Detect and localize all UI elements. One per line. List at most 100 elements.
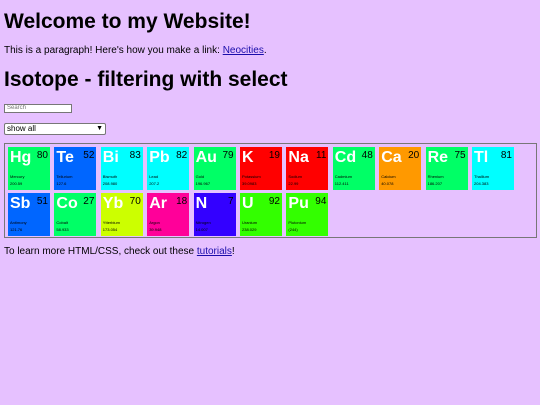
element-weight: 238.029 [242, 227, 257, 232]
tutorials-link[interactable]: tutorials [197, 246, 232, 257]
element-symbol: Yb [102, 195, 124, 212]
element-symbol: Na [288, 149, 309, 166]
element-symbol: Ca [381, 149, 402, 166]
element-tile: Na 11 Sodium 22.99 [286, 147, 329, 190]
element-symbol: U [242, 195, 254, 212]
element-number: 83 [129, 150, 141, 161]
element-weight: 22.99 [288, 181, 299, 186]
tutorials-paragraph: To learn more HTML/CSS, check out these … [4, 246, 235, 258]
element-weight: 208.980 [102, 181, 118, 186]
element-tile: Co 27 Cobalt 58.933 [54, 193, 97, 236]
intro-paragraph: This is a paragraph! Here's how you make… [4, 45, 267, 57]
element-name: Potassium [242, 174, 261, 179]
element-tile: K 19 Potassium 39.0983 [240, 147, 282, 190]
element-tile: Ar 18 Argon 39.948 [147, 193, 190, 236]
element-name: Thallium [474, 174, 490, 179]
page-title: Welcome to my Website! [4, 10, 251, 33]
element-number: 11 [316, 150, 327, 161]
element-number: 94 [315, 196, 327, 207]
element-tile: Tl 81 Thallium 204.383 [472, 147, 514, 190]
element-weight: 14.007 [195, 227, 208, 232]
element-symbol: Te [56, 149, 74, 166]
element-tile: Cd 48 Cadmium 112.411 [332, 147, 375, 190]
element-weight: 207.2 [149, 181, 160, 186]
element-number: 7 [228, 196, 234, 207]
element-tile: Te 52 Tellurium 127.6 [54, 147, 97, 190]
tutorials-punctuation: ! [231, 246, 235, 257]
chevron-down-icon: ▼ [96, 125, 103, 132]
element-number: 92 [268, 196, 280, 207]
element-weight: 58.933 [56, 227, 69, 232]
element-tile: Pu 94 Plutonium (244) [286, 193, 329, 236]
element-weight: 40.078 [381, 181, 394, 186]
element-grid: Hg 80 Mercury 200.59 Te 52 Tellurium 127.6 Bi 83 B… [4, 143, 537, 238]
element-number: 81 [500, 150, 512, 161]
element-symbol: Sb [10, 195, 31, 212]
element-weight: 39.948 [149, 227, 162, 232]
element-weight: 39.0983 [242, 181, 257, 186]
tutorials-text: To learn more HTML/CSS, check out these [4, 246, 197, 257]
element-number: 79 [222, 150, 234, 161]
element-weight: 200.59 [10, 181, 23, 186]
element-name: Uranium [242, 220, 258, 225]
element-tile: Hg 80 Mercury 200.59 [8, 147, 50, 190]
element-number: 27 [83, 196, 95, 207]
element-symbol: Au [195, 149, 217, 166]
element-tile: Yb 70 Ytterbium 173.054 [100, 193, 143, 236]
element-symbol: Co [56, 195, 78, 212]
filter-selected-value: show all [7, 124, 36, 133]
element-weight: 127.6 [56, 181, 67, 186]
element-number: 20 [408, 150, 420, 161]
element-symbol: Hg [10, 149, 32, 166]
element-name: Calcium [381, 174, 396, 179]
element-tile: U 92 Uranium 238.029 [240, 193, 282, 236]
element-name: Ytterbium [102, 220, 120, 225]
element-number: 19 [268, 150, 280, 161]
element-tile: Re 75 Rhenium 186.207 [425, 147, 468, 190]
element-number: 70 [129, 196, 141, 207]
intro-text: This is a paragraph! Here's how you make… [4, 45, 223, 56]
element-name: Rhenium [427, 174, 444, 179]
element-name: Cadmium [334, 174, 352, 179]
element-weight: 186.207 [427, 181, 443, 186]
element-name: Cobalt [56, 220, 68, 225]
element-weight: 121.76 [10, 227, 23, 232]
element-tile: Ca 20 Calcium 40.078 [379, 147, 422, 190]
element-name: Mercury [10, 174, 25, 179]
element-weight: 173.054 [102, 227, 118, 232]
element-name: Gold [195, 174, 205, 179]
element-number: 75 [454, 150, 466, 161]
element-weight: 196.967 [195, 181, 211, 186]
element-number: 82 [176, 150, 188, 161]
element-name: Nitrogen [195, 220, 211, 225]
element-name: Tellurium [56, 174, 73, 179]
element-tile: Bi 83 Bismuth 208.980 [100, 147, 143, 190]
section-title: Isotope - filtering with select [4, 68, 288, 91]
search-input[interactable] [4, 104, 72, 113]
element-name: Plutonium [288, 220, 307, 225]
element-number: 52 [83, 150, 95, 161]
element-name: Lead [149, 174, 159, 179]
intro-punctuation: . [263, 45, 267, 56]
element-number: 80 [36, 150, 48, 161]
element-symbol: N [195, 195, 208, 212]
element-name: Bismuth [102, 174, 118, 179]
element-symbol: Tl [474, 149, 489, 166]
element-number: 18 [176, 196, 188, 207]
element-weight: 112.411 [334, 181, 349, 186]
element-number: 51 [36, 196, 48, 207]
element-weight: (244) [288, 227, 298, 232]
neocities-link[interactable]: Neocities [223, 45, 264, 56]
element-name: Sodium [288, 174, 302, 179]
element-symbol: Pu [288, 195, 309, 212]
filter-select[interactable]: show all ▼ [4, 123, 106, 135]
element-symbol: Re [427, 149, 449, 166]
element-tile: Au 79 Gold 196.967 [193, 147, 236, 190]
element-symbol: Cd [334, 149, 357, 166]
element-name: Antimony [10, 220, 27, 225]
element-tile: Pb 82 Lead 207.2 [147, 147, 190, 190]
element-symbol: Ar [149, 195, 167, 212]
element-tile: N 7 Nitrogen 14.007 [193, 193, 236, 236]
element-tile: Sb 51 Antimony 121.76 [8, 193, 50, 236]
element-number: 48 [361, 150, 373, 161]
